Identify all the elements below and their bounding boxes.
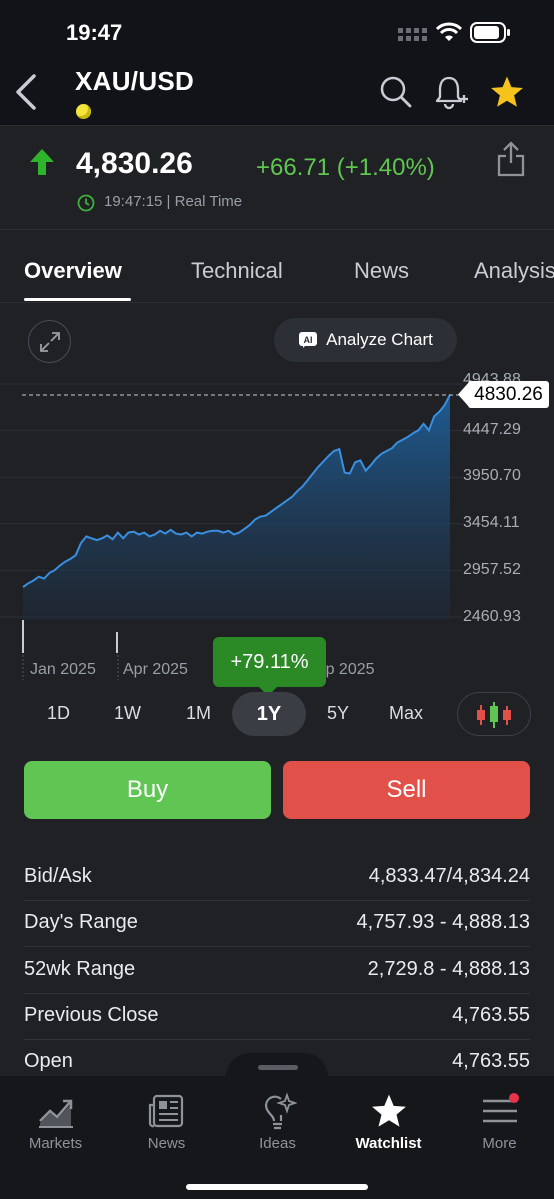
nav-label: More [482,1135,517,1152]
last-price: 4,830.26 [76,147,193,180]
tab-analysis[interactable]: Analysis [474,258,554,284]
nav-label: Ideas [259,1135,296,1152]
active-tab-indicator [24,298,131,301]
share-icon[interactable] [496,141,526,177]
tab-technical[interactable]: Technical [191,258,283,284]
star-icon [372,1094,406,1127]
tab-news[interactable]: News [354,258,409,284]
battery-icon [470,22,510,43]
sell-button[interactable]: Sell [283,761,530,819]
markets-chart-icon [39,1099,73,1128]
x-tick-label: Apr 2025 [123,661,188,678]
quote-panel: 4,830.26 +66.71 (+1.40%) 19:47:15 | Real… [0,127,554,229]
stat-value: 4,833.47/4,834.24 [368,865,530,887]
clock-icon [77,194,95,212]
y-tick-label: 3950.70 [463,467,521,484]
up-arrow-icon [30,149,54,175]
range-5y[interactable]: 5Y [327,703,349,724]
price-area [23,394,450,620]
stat-row-bid-ask: Bid/Ask 4,833.47/4,834.24 [24,855,530,901]
nav-ideas[interactable]: Ideas [222,1077,333,1157]
cellular-signal-icon [398,28,427,41]
expand-chart-button[interactable] [28,320,71,363]
realtime-timestamp: 19:47:15 | Real Time [104,193,243,210]
nav-label: Markets [28,1135,83,1152]
wifi-icon [436,22,462,41]
market-status-dot [76,104,91,119]
chart-type-button[interactable] [457,692,531,736]
stat-value: 2,729.8 - 4,888.13 [367,958,530,980]
range-1m[interactable]: 1M [186,703,211,724]
svg-text:AI: AI [304,335,313,345]
stat-row-previous-close: Previous Close 4,763.55 [24,994,530,1040]
nav-watchlist[interactable]: Watchlist [333,1077,444,1157]
stat-label: Day's Range [24,911,138,933]
analyze-chart-button[interactable]: AI Analyze Chart [274,318,457,362]
stat-value: 4,763.55 [452,1050,530,1072]
stat-label: Bid/Ask [24,865,92,887]
stat-value: 4,763.55 [452,1004,530,1026]
add-alert-icon[interactable] [434,74,470,110]
sheet-handle[interactable] [226,1053,328,1077]
stat-value: 4,757.93 - 4,888.13 [356,911,530,933]
price-change: +66.71 (+1.40%) [256,154,435,181]
range-1d[interactable]: 1D [47,703,70,724]
app-header: XAU/USD [0,62,554,126]
home-indicator [186,1184,368,1190]
expand-icon [40,332,60,352]
x-tick-label: Jan 2025 [30,661,96,678]
stat-row-days-range: Day's Range 4,757.93 - 4,888.13 [24,901,530,947]
newspaper-icon [148,1094,184,1128]
back-icon[interactable] [12,72,38,112]
y-tick-label: 4447.29 [463,421,521,438]
search-icon[interactable] [380,76,412,108]
status-time: 19:47 [66,20,123,45]
status-bar: 19:47 [0,0,554,62]
period-change-tooltip: +79.11% [213,637,326,687]
nav-label: Watchlist [355,1135,422,1152]
range-1y[interactable]: 1Y [232,692,306,736]
stat-label: Previous Close [24,1004,159,1026]
current-price-tag: 4830.26 [468,381,549,408]
tab-overview[interactable]: Overview [24,258,122,284]
menu-icon [483,1093,519,1123]
analyze-chart-label: Analyze Chart [326,330,433,349]
instrument-symbol: XAU/USD [75,66,195,96]
range-1w[interactable]: 1W [114,703,141,724]
stat-label: Open [24,1050,73,1072]
y-tick-label: 3454.11 [463,514,520,531]
buy-button[interactable]: Buy [24,761,271,819]
nav-markets[interactable]: Markets [0,1077,111,1157]
nav-more[interactable]: More [444,1077,554,1157]
section-tabs: Overview Technical News Analysis [0,229,554,303]
candlestick-icon [477,702,511,728]
y-tick-label: 2460.93 [463,608,521,625]
lightbulb-icon [264,1093,297,1130]
stat-row-52wk-range: 52wk Range 2,729.8 - 4,888.13 [24,948,530,994]
ai-icon: AI [299,332,318,348]
nav-news[interactable]: News [111,1077,222,1157]
range-max[interactable]: Max [389,703,423,724]
y-tick-label: 2957.52 [463,561,521,578]
watchlist-star-icon[interactable] [489,75,525,109]
nav-label: News [147,1135,186,1152]
stat-label: 52wk Range [24,958,136,980]
